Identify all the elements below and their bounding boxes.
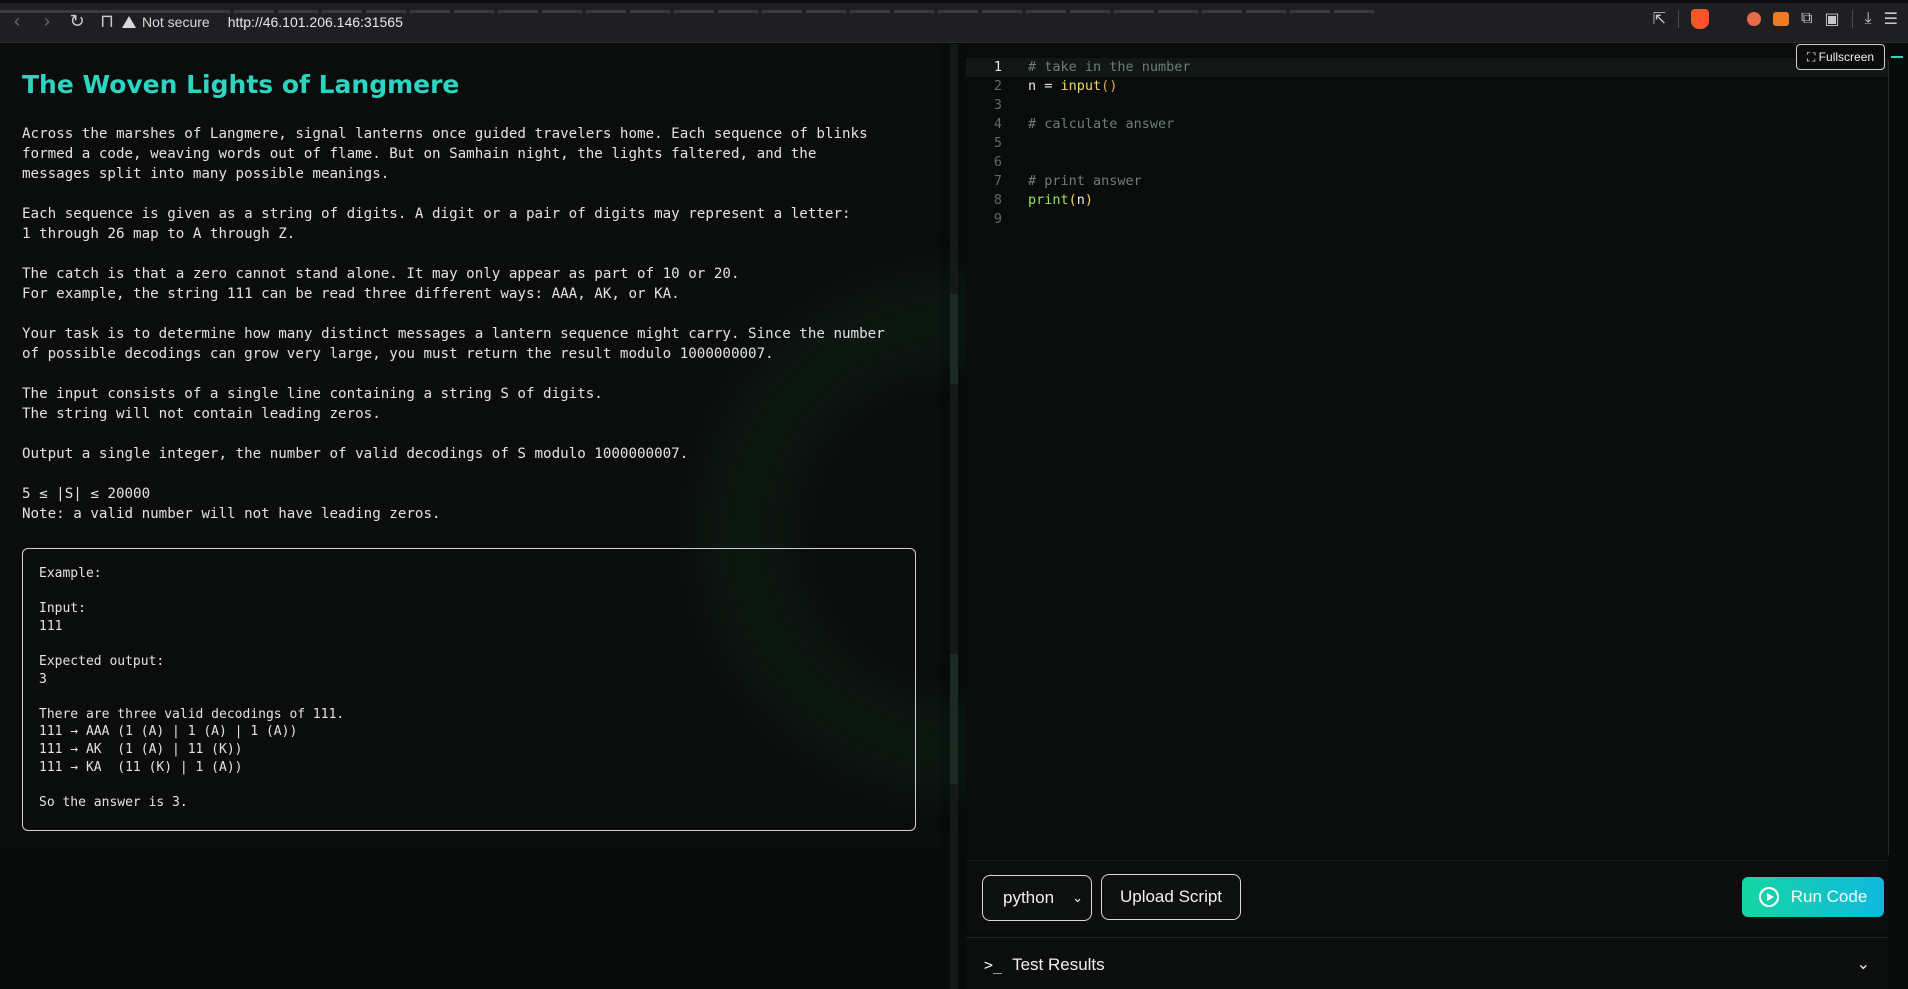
sidebar-icon[interactable]: ▣ [1824,9,1839,29]
terminal-icon: >_ [984,956,1003,974]
paragraph-output: Output a single integer, the number of v… [22,446,689,462]
toolbar-separator [1851,10,1853,28]
line-number: 7 [993,173,1002,189]
code-line-3[interactable]: 3 [966,96,1888,115]
test-results-title: Test Results [1012,955,1105,974]
code-token: print [1028,192,1069,208]
line-number: 4 [993,116,1002,132]
browser-toolbar: ‹ › ↻ ⊓ Not secure http://46.101.206.146… [0,0,1908,43]
line-number: 3 [993,97,1002,113]
line-number: 2 [993,78,1002,94]
code-line-7[interactable]: 7 # print answer [966,172,1888,191]
paragraph-input: The input consists of a single line cont… [22,386,603,422]
download-icon[interactable]: ⤓ [1865,10,1872,28]
editor-scrollbar[interactable] [1888,60,1889,855]
chevron-down-icon[interactable]: ⌄ [1857,954,1870,974]
paragraph-constraints: 5 ≤ |S| ≤ 20000 Note: a valid number wil… [22,486,441,522]
editor-toolbar: python ⌄ Upload Script Run Code [966,860,1888,932]
paragraph-zero-rule: The catch is that a zero cannot stand al… [22,266,740,302]
code-line-9[interactable]: 9 [966,210,1888,229]
code-token: () [1101,78,1118,94]
accent-mark [1891,56,1903,58]
chevron-down-icon: ⌄ [1072,890,1083,905]
code-text[interactable]: # take in the number [1028,58,1191,77]
code-line-1[interactable]: 1 # take in the number [966,58,1888,77]
code-text[interactable]: # print answer [1028,172,1142,191]
test-results-panel[interactable]: >_ Test Results ⌄ [966,937,1888,989]
problem-panel: The Woven Lights of Langmere Across the … [0,44,1220,849]
security-indicator[interactable]: Not secure [122,14,210,30]
code-token: input [1060,78,1102,94]
line-number: 6 [993,154,1002,170]
address-bar[interactable]: Not secure http://46.101.206.146:31565 [122,8,1662,35]
tab-strip [0,0,1908,13]
code-line-2[interactable]: 2 n = input() [966,77,1888,96]
code-line-8[interactable]: 8 print(n) [966,191,1888,210]
warning-icon [122,15,136,28]
code-token: n = [1028,78,1061,94]
test-results-header[interactable]: >_ Test Results [984,955,1105,975]
problem-description: Across the marshes of Langmere, signal l… [22,124,922,544]
example-box: Example: Input: 111 Expected output: 3 T… [22,548,916,831]
code-line-6[interactable]: 6 [966,153,1888,172]
fullscreen-button[interactable]: ⛶ Fullscreen [1796,44,1885,70]
code-text[interactable]: n = input() [1028,77,1117,96]
url-text[interactable]: http://46.101.206.146:31565 [228,14,403,30]
share-icon[interactable]: ⇱ [1653,9,1666,29]
line-number: 8 [993,192,1002,208]
problem-title: The Woven Lights of Langmere [22,70,460,99]
line-number: 5 [993,135,1002,151]
code-editor[interactable]: 1 # take in the number 2 n = input() 3 4… [966,44,1888,856]
code-line-5[interactable]: 5 [966,134,1888,153]
paragraph-intro: Across the marshes of Langmere, signal l… [22,126,868,182]
code-token: n [1076,192,1085,208]
code-token: ( [1068,192,1077,208]
puzzle-icon[interactable]: ⧉ [1801,10,1812,28]
run-code-button[interactable]: Run Code [1742,877,1884,917]
code-text[interactable]: # calculate answer [1028,115,1174,134]
code-line-4[interactable]: 4 # calculate answer [966,115,1888,134]
extension-icon[interactable] [1747,12,1762,26]
run-code-label: Run Code [1790,887,1868,906]
metamask-icon[interactable] [1773,12,1790,26]
play-icon [1758,887,1779,907]
divider-handle[interactable] [950,654,958,784]
security-label: Not secure [142,13,210,30]
split-divider[interactable] [950,44,958,989]
menu-icon[interactable]: ☰ [1884,9,1898,29]
paragraph-encoding: Each sequence is given as a string of di… [22,206,851,242]
divider-handle[interactable] [950,294,958,384]
browser-actions: ⇱ ⧉ ▣ ⤓ ☰ [1653,9,1898,29]
upload-script-button[interactable]: Upload Script [1101,874,1241,920]
toolbar-separator [1678,10,1680,28]
brave-shield-icon[interactable] [1691,9,1710,29]
code-text[interactable]: print(n) [1028,191,1093,210]
code-token: ) [1084,192,1094,208]
paragraph-task: Your task is to determine how many disti… [22,326,885,362]
language-value: python [1003,888,1055,907]
line-number: 9 [993,211,1002,227]
language-select[interactable]: python ⌄ [982,875,1092,921]
line-number: 1 [993,59,1002,75]
